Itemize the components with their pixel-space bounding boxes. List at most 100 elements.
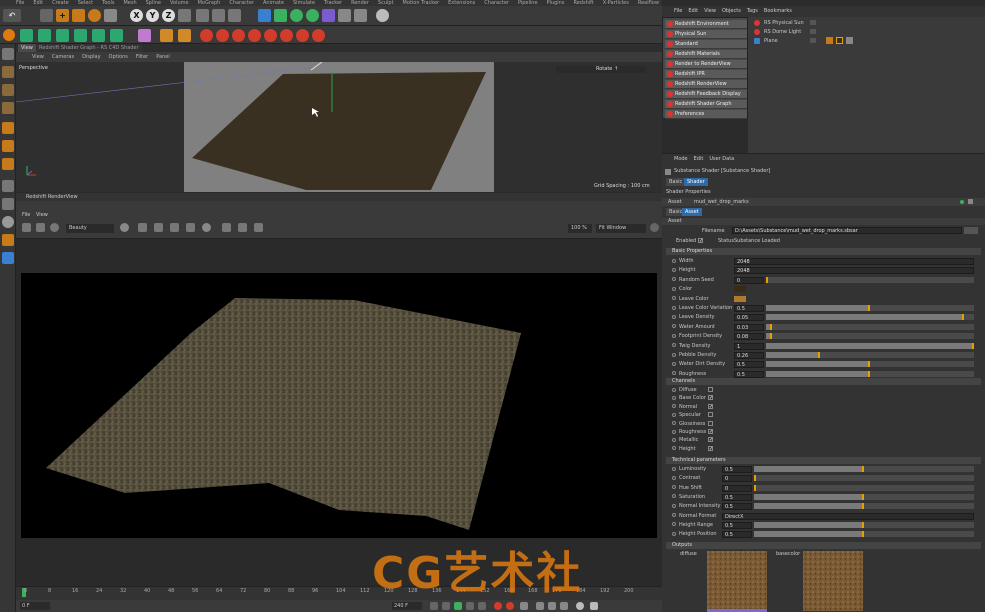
light-icon[interactable]	[376, 9, 389, 22]
dropdown-item[interactable]: Redshift Environment	[665, 20, 747, 29]
animate-dot-icon[interactable]	[672, 404, 676, 409]
property-select[interactable]: 2048	[734, 258, 974, 265]
slider-knob[interactable]	[754, 484, 756, 491]
slider-knob[interactable]	[868, 305, 870, 311]
dropdown-item[interactable]: Redshift RenderView	[665, 80, 747, 89]
property-value[interactable]: 0.03	[734, 323, 764, 331]
slider-knob[interactable]	[862, 521, 864, 528]
tab-shader[interactable]: Shader	[684, 178, 708, 186]
property-slider[interactable]	[766, 333, 974, 340]
renderview-menu-view[interactable]: View	[36, 212, 48, 218]
object-rs-physical-sun[interactable]: RS Physical Sun	[754, 19, 804, 27]
animate-dot-icon[interactable]	[672, 412, 676, 417]
move-tool-icon[interactable]: +	[56, 9, 69, 22]
animate-dot-icon[interactable]	[672, 494, 676, 499]
slider-knob[interactable]	[862, 503, 864, 510]
animate-dot-icon[interactable]	[672, 277, 676, 282]
attribute-menu-item[interactable]: Edit	[694, 154, 704, 165]
animate-dot-icon[interactable]	[672, 475, 676, 480]
enabled-checkbox[interactable]: ✓	[698, 238, 703, 244]
object-menu-item[interactable]: View	[704, 6, 716, 17]
deformer-icon[interactable]	[322, 9, 335, 22]
channel-checkbox[interactable]: ✓	[708, 403, 713, 409]
cloner-icon[interactable]	[306, 9, 319, 22]
start-frame-field[interactable]: 0 F	[20, 602, 50, 610]
slider-knob[interactable]	[862, 493, 864, 500]
floor-icon[interactable]	[338, 9, 351, 22]
aov-select[interactable]: Beauty	[66, 224, 114, 233]
axis-mode-icon[interactable]	[2, 180, 14, 192]
property-select[interactable]: 2048	[734, 267, 974, 275]
animate-dot-icon[interactable]	[672, 421, 676, 426]
property-value[interactable]: 0.5	[722, 493, 752, 501]
selected-material-tag-icon[interactable]	[836, 37, 843, 44]
animate-dot-icon[interactable]	[672, 371, 676, 376]
animate-dot-icon[interactable]	[672, 267, 676, 272]
rs-tool-5-icon[interactable]	[92, 29, 105, 42]
refresh-icon[interactable]	[50, 223, 59, 232]
channel-checkbox[interactable]: ✓	[708, 437, 713, 443]
rs-light-1-icon[interactable]	[200, 29, 213, 42]
snap-icon[interactable]	[2, 216, 14, 228]
property-slider[interactable]	[766, 361, 974, 368]
goto-end-icon[interactable]	[478, 602, 486, 610]
scale-key-icon[interactable]	[560, 602, 568, 610]
technical-parameters-section[interactable]: Technical parameters	[666, 457, 981, 464]
play-icon[interactable]	[454, 602, 462, 610]
property-slider[interactable]	[766, 323, 974, 330]
animate-dot-icon[interactable]	[672, 296, 676, 301]
channel-checkbox[interactable]: ✓	[708, 429, 713, 435]
tweak-mode-icon[interactable]	[2, 198, 14, 210]
channel-checkbox[interactable]	[708, 387, 713, 392]
render-view-icon[interactable]	[196, 9, 209, 22]
render-picture-viewer-icon[interactable]	[212, 9, 225, 22]
slider-knob[interactable]	[862, 466, 864, 472]
channels-section[interactable]: Channels	[666, 378, 981, 385]
rs-light-3-icon[interactable]	[232, 29, 245, 42]
animate-dot-icon[interactable]	[672, 333, 676, 338]
property-select[interactable]: DirectX	[722, 512, 974, 520]
viewport-menu-item[interactable]: Filter	[136, 52, 148, 62]
property-value[interactable]: 0.5	[734, 305, 764, 312]
zoom-select[interactable]: 100 %	[568, 224, 592, 233]
undo-button[interactable]: ↶	[3, 9, 21, 22]
attribute-menu-item[interactable]: User Data	[709, 154, 734, 165]
animate-dot-icon[interactable]	[672, 352, 676, 357]
param-key-icon[interactable]	[576, 602, 584, 610]
dropdown-item[interactable]: Physical Sun	[665, 30, 747, 39]
slider-knob[interactable]	[972, 342, 974, 349]
axis-y-button[interactable]: Y	[146, 9, 159, 22]
rs-tool-2-icon[interactable]	[38, 29, 51, 42]
property-slider[interactable]	[766, 370, 974, 377]
rs-tool-8-icon[interactable]	[160, 29, 173, 42]
animate-dot-icon[interactable]	[672, 437, 676, 442]
subtab-asset[interactable]: Asset	[682, 208, 702, 216]
slider-knob[interactable]	[862, 531, 864, 538]
property-value[interactable]: 0.5	[722, 503, 752, 511]
viewport-menu-item[interactable]: View	[32, 52, 44, 62]
tab-view[interactable]: View	[18, 44, 36, 52]
channel-checkbox[interactable]	[708, 412, 713, 418]
rs-light-4-icon[interactable]	[248, 29, 261, 42]
polygons-mode-icon[interactable]	[2, 158, 14, 170]
rs-light-7-icon[interactable]	[296, 29, 309, 42]
color-swatch[interactable]	[734, 286, 746, 293]
property-value[interactable]: 0.08	[734, 333, 764, 341]
object-menu-item[interactable]: Tags	[747, 6, 758, 17]
rs-light-5-icon[interactable]	[264, 29, 277, 42]
prev-frame-icon[interactable]	[442, 602, 450, 610]
grid-icon[interactable]	[170, 223, 179, 232]
next-frame-icon[interactable]	[466, 602, 474, 610]
visibility-dots-icon[interactable]	[810, 29, 816, 34]
filename-field[interactable]: D:\Assets\Substance\mud_wet_drop_marks.s…	[732, 227, 962, 234]
attribute-menu-item[interactable]: Mode	[674, 154, 688, 165]
lock-icon[interactable]	[154, 223, 163, 232]
dropdown-item[interactable]: Preferences	[665, 110, 747, 119]
material-tag-icon[interactable]	[826, 37, 833, 44]
object-plane[interactable]: Plane	[754, 37, 778, 45]
animate-dot-icon[interactable]	[672, 466, 676, 471]
property-slider[interactable]	[766, 342, 974, 349]
property-value[interactable]: 0.26	[734, 352, 764, 359]
channel-checkbox[interactable]: ✓	[708, 445, 713, 451]
model-mode-icon[interactable]	[2, 66, 14, 78]
